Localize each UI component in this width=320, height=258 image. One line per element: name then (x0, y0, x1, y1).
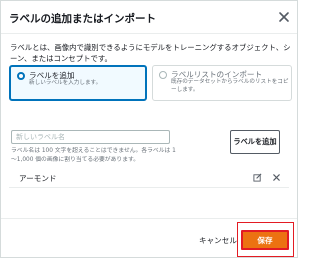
add-or-import-labels-dialog: ラベルの追加またはインポート ラベルとは、画像内で識別できるようにモデルをトレー… (0, 0, 298, 258)
add-label-button[interactable]: ラベルを追加 (230, 130, 280, 154)
cancel-button[interactable]: キャンセル (199, 235, 237, 246)
radio-import-label-list[interactable] (159, 71, 167, 79)
dialog-description: ラベルとは、画像内で識別できるようにモデルをトレーニングするオブジェクト、シーン… (10, 43, 291, 63)
dialog-header: ラベルの追加またはインポート (1, 1, 297, 34)
radio-add-labels[interactable] (17, 72, 25, 80)
edit-icon[interactable] (253, 173, 262, 182)
label-name-constraint-text: ラベル名は 100 文字を超えることはできません。各ラベルは 1～1,000 個… (11, 148, 176, 163)
save-button[interactable]: 保存 (241, 230, 289, 250)
option-import-label-list[interactable]: ラベルリストのインポート 既存のデータセットからラベルのリストをコピーします。 (152, 65, 292, 101)
footer-divider (1, 218, 297, 219)
close-icon[interactable] (278, 11, 290, 23)
option-add-labels[interactable]: ラベルを追加 新しいラベルを入力します。 (9, 65, 147, 101)
label-name: アーモンド (19, 174, 57, 183)
delete-icon[interactable] (272, 173, 281, 182)
label-list-item: アーモンド (9, 170, 289, 188)
option-add-labels-description: 新しいラベルを入力します。 (29, 80, 102, 86)
option-import-description: 既存のデータセットからラベルのリストをコピーします。 (171, 79, 289, 93)
dialog-title: ラベルの追加またはインポート (9, 13, 156, 25)
new-label-name-input[interactable] (11, 130, 170, 144)
